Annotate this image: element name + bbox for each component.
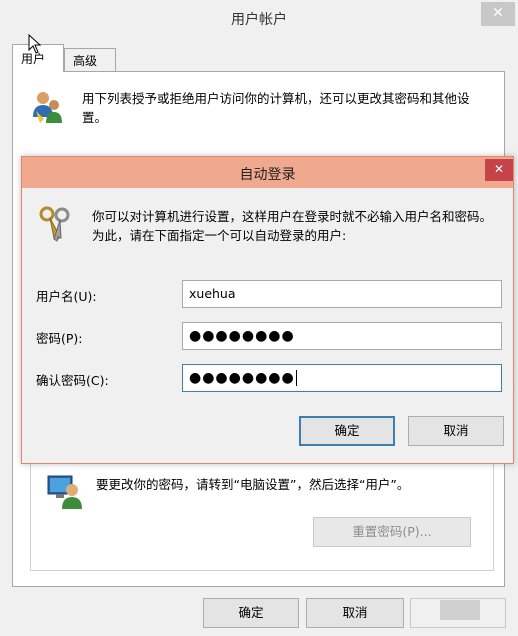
outer-title-bar: 用户帐户 ✕ xyxy=(0,0,518,36)
outer-window-title: 用户帐户 xyxy=(231,12,287,28)
keys-icon xyxy=(39,206,70,242)
watermark-patch xyxy=(440,600,480,620)
dialog-title-bar: 自动登录 ✕ xyxy=(22,157,513,188)
auto-login-dialog: 自动登录 ✕ 你可以对计算机进行设置，这样用户在登录时就不必输入用户名和密码。为… xyxy=(21,156,514,464)
change-password-note: 要更改你的密码，请转到“电脑设置”，然后选择“用户”。 xyxy=(96,477,410,492)
close-icon: ✕ xyxy=(493,162,505,176)
dialog-cancel-button[interactable]: 取消 xyxy=(408,416,504,446)
username-input[interactable]: xuehua xyxy=(182,280,502,308)
confirm-password-value: ●●●●●●●● xyxy=(189,370,295,386)
tab-advanced-label: 高级 xyxy=(73,54,98,68)
outer-ok-button[interactable]: 确定 xyxy=(203,598,299,628)
dialog-close-button[interactable]: ✕ xyxy=(485,159,513,181)
user-pc-icon xyxy=(47,475,82,509)
close-icon: ✕ xyxy=(492,5,504,21)
text-caret xyxy=(295,370,297,386)
dialog-ok-button[interactable]: 确定 xyxy=(299,416,395,446)
password-label: 密码(P): xyxy=(36,331,83,346)
users-icon xyxy=(33,92,62,123)
reset-password-button[interactable]: 重置密码(P)... xyxy=(313,517,471,547)
cursor-icon xyxy=(28,34,42,54)
dialog-title: 自动登录 xyxy=(239,167,296,183)
users-description: 用下列表授予或拒绝用户访问你的计算机，还可以更改其密码和其他设置。 xyxy=(82,91,470,125)
password-input[interactable]: ●●●●●●●● xyxy=(182,322,502,350)
outer-close-button[interactable]: ✕ xyxy=(481,2,515,26)
tab-advanced[interactable]: 高级 xyxy=(64,48,116,72)
outer-cancel-button[interactable]: 取消 xyxy=(306,598,404,628)
dialog-description: 你可以对计算机进行设置，这样用户在登录时就不必输入用户名和密码。为此，请在下面指… xyxy=(92,209,493,243)
confirm-password-label: 确认密码(C): xyxy=(36,373,109,388)
username-label: 用户名(U): xyxy=(36,289,97,304)
confirm-password-input[interactable]: ●●●●●●●● xyxy=(182,364,502,392)
